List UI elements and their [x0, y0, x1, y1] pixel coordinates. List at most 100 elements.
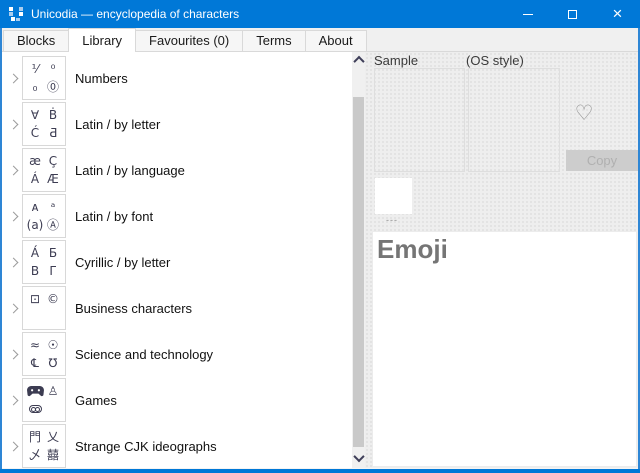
sample-box [374, 68, 465, 172]
list-item-label: Cyrillic / by letter [75, 255, 170, 270]
copy-button[interactable]: Copy [566, 150, 638, 171]
glyph: 囍 [47, 449, 59, 461]
list-scrollbar[interactable] [352, 52, 365, 468]
list-item[interactable]: ᴀ ᵃ (a)Ⓐ Latin / by font [2, 193, 352, 239]
expand-chevron-icon[interactable] [6, 213, 20, 220]
glyph: ⓪ [47, 81, 59, 93]
glyph: ☉ [48, 339, 59, 351]
scroll-up-button[interactable] [352, 53, 365, 66]
window-title: Unicodia — encyclopedia of characters [31, 7, 505, 21]
category-icon: æÇÁÆ [22, 148, 66, 192]
close-button[interactable]: × [595, 0, 640, 28]
os-style-label: (OS style) [466, 53, 524, 68]
sample-label: Sample [374, 53, 418, 68]
domino-icon [29, 405, 42, 413]
list-item[interactable]: ⅟⁰ ₀⓪ Numbers [2, 55, 352, 101]
tab-blocks[interactable]: Blocks [3, 30, 69, 51]
glyph: ♙ [48, 385, 59, 397]
glyph: Ć [31, 127, 39, 139]
category-icon: 門乂乄囍 [22, 424, 66, 468]
glyph: © [47, 293, 59, 305]
glyph: 乄 [29, 449, 41, 461]
tab-library[interactable]: Library [68, 28, 136, 52]
category-icon: ∀ ḂĆƋ [22, 102, 66, 146]
expand-chevron-icon[interactable] [6, 121, 20, 128]
app-icon [8, 6, 24, 22]
glyph: Á [31, 173, 39, 185]
favourite-heart-icon[interactable]: ♡ [569, 98, 599, 128]
expand-chevron-icon[interactable] [6, 75, 20, 82]
glyph: ᴀ [31, 201, 38, 213]
expand-chevron-icon[interactable] [6, 305, 20, 312]
glyph: æ [29, 155, 41, 167]
expand-chevron-icon[interactable] [6, 259, 20, 266]
list-item-label: Business characters [75, 301, 192, 316]
glyph: ⊡ [30, 293, 40, 305]
list-item[interactable]: ∀ ḂĆƋ Latin / by letter [2, 101, 352, 147]
glyph: 門 [29, 431, 41, 443]
description-panel: Emoji [372, 231, 637, 467]
list-item[interactable]: æÇÁÆLatin / by language [2, 147, 352, 193]
glyph: ₀ [33, 81, 38, 93]
list-item[interactable]: А́БВГCyrillic / by letter [2, 239, 352, 285]
list-item-label: Games [75, 393, 117, 408]
expand-chevron-icon[interactable] [6, 167, 20, 174]
glyph: Б [49, 247, 57, 259]
glyph: Ḃ [49, 109, 57, 121]
code-placeholder: --- [386, 215, 398, 225]
list-item[interactable]: ♙ Games [2, 377, 352, 423]
expand-chevron-icon[interactable] [6, 351, 20, 358]
glyph: Ⓐ [47, 219, 59, 231]
window-border [0, 28, 2, 469]
category-icon: А́БВГ [22, 240, 66, 284]
glyph: ℄ [31, 357, 39, 369]
list-item[interactable]: ≈ ☉ ℄ ℧ Science and technology [2, 331, 352, 377]
scrollbar-thumb[interactable] [353, 97, 364, 447]
expand-chevron-icon[interactable] [6, 397, 20, 404]
library-list: ⅟⁰₀⓪Numbers∀ḂĆƋLatin / by letteræÇÁÆLati… [2, 52, 352, 468]
glyph: А́ [31, 247, 39, 259]
category-icon: ≈ ☉ ℄ ℧ [22, 332, 66, 376]
detail-panel: Sample (OS style) ♡ Copy --- Emoji [365, 52, 638, 468]
category-icon: ᴀ ᵃ (a)Ⓐ [22, 194, 66, 238]
glyph: ≈ [30, 339, 40, 351]
list-item-label: Strange CJK ideographs [75, 439, 217, 454]
glyph: ᵃ [51, 201, 56, 213]
minimize-button[interactable] [505, 0, 550, 28]
glyph: 乂 [47, 431, 59, 443]
maximize-icon [568, 10, 577, 19]
os-style-box [468, 68, 560, 172]
window-border [0, 469, 640, 473]
list-item-label: Latin / by font [75, 209, 153, 224]
section-title: Emoji [377, 234, 636, 265]
glyph: Ƌ [49, 127, 57, 139]
chevron-up-icon [353, 55, 364, 66]
tab-about[interactable]: About [305, 30, 367, 51]
tab-bar: Blocks Library Favourites (0) Terms Abou… [0, 28, 640, 52]
category-icon: ⊡© [22, 286, 66, 330]
glyph: Æ [47, 173, 59, 185]
list-item-label: Science and technology [75, 347, 213, 362]
maximize-button[interactable] [550, 0, 595, 28]
chevron-down-icon [353, 450, 364, 461]
close-icon: × [613, 5, 623, 22]
glyph: ⁰ [51, 63, 56, 75]
tab-terms[interactable]: Terms [242, 30, 305, 51]
app-window: Unicodia — encyclopedia of characters × … [0, 0, 640, 473]
glyph: ℧ [48, 357, 57, 369]
list-item-label: Numbers [75, 71, 128, 86]
tab-favourites[interactable]: Favourites (0) [135, 30, 243, 51]
category-icon: ♙ [22, 378, 66, 422]
glyph: Г [49, 265, 56, 277]
glyph: ∀ [31, 109, 39, 121]
list-item[interactable]: 門乂乄囍 Strange CJK ideographs [2, 423, 352, 468]
category-icon: ⅟⁰ ₀⓪ [22, 56, 66, 100]
gamepad-icon [27, 386, 44, 397]
glyph: (a) [27, 219, 44, 231]
scroll-down-button[interactable] [352, 451, 365, 464]
glyph: ⅟ [32, 63, 39, 75]
glyph: Ç [49, 155, 57, 167]
expand-chevron-icon[interactable] [6, 443, 20, 450]
list-item[interactable]: ⊡©Business characters [2, 285, 352, 331]
list-item-label: Latin / by letter [75, 117, 160, 132]
